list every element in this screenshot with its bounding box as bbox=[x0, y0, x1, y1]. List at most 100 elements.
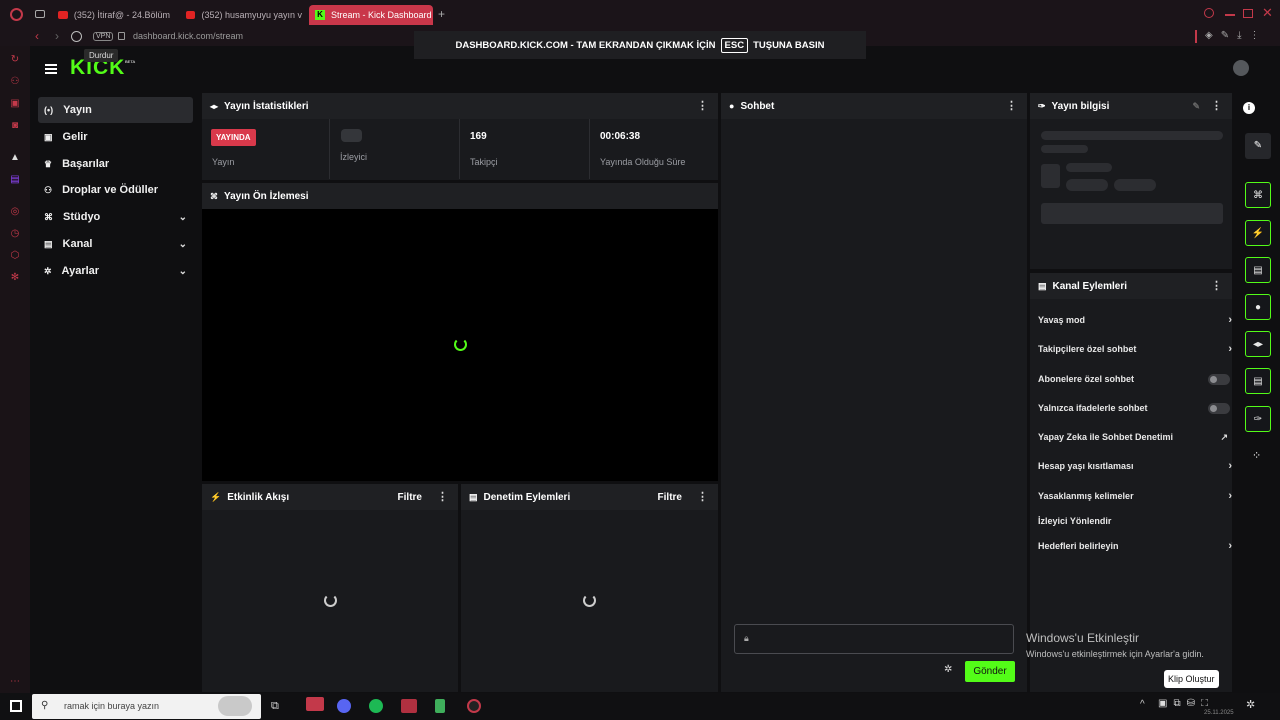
action-account-age[interactable]: Hesap yaşı kısıtlaması › bbox=[1038, 456, 1232, 476]
tab-list-icon[interactable] bbox=[35, 10, 45, 18]
windows-start-icon[interactable] bbox=[10, 700, 22, 712]
toolbar-icons[interactable]: ◈✎⤓⋮ bbox=[1205, 30, 1268, 41]
url-field[interactable]: dashboard.kick.com/stream bbox=[133, 31, 243, 41]
kebab-menu-icon[interactable]: ⋮ bbox=[1006, 99, 1017, 112]
filter-button[interactable]: Filtre bbox=[658, 492, 682, 503]
stat-value: 00:06:38 bbox=[600, 131, 641, 142]
nav-item-kanal[interactable]: ▤ Kanal ⌄ bbox=[38, 231, 193, 257]
nav-item-studyo[interactable]: ⌘ Stüdyo ⌄ bbox=[38, 204, 193, 230]
panel-title: Yayın Ön İzlemesi bbox=[224, 190, 309, 202]
minimize-icon[interactable] bbox=[1225, 14, 1235, 16]
spotify-icon[interactable] bbox=[369, 699, 383, 713]
rail-channel-actions-button[interactable]: ▤ bbox=[1245, 368, 1271, 394]
kebab-menu-icon[interactable]: ⋮ bbox=[437, 490, 448, 503]
browser-logo-icon[interactable] bbox=[10, 8, 23, 21]
nav-item-yayin[interactable]: (•) Yayın bbox=[38, 97, 193, 123]
tray-icons[interactable]: ▣⧉⛁⛶ bbox=[1158, 698, 1214, 709]
settings-sidebar-icon[interactable]: ✻ bbox=[9, 272, 21, 284]
tab-youtube-1[interactable]: (352) İtiraf@ - 24.Bölüm bbox=[52, 5, 170, 25]
nav-item-basarilar[interactable]: ♛ Başarılar bbox=[38, 151, 193, 177]
instagram-icon[interactable]: ◙ bbox=[9, 120, 21, 132]
tab-kick-dashboard[interactable]: K Stream - Kick Dashboard bbox=[309, 5, 433, 25]
action-subscribers-only[interactable]: Abonelere özel sohbet bbox=[1038, 369, 1230, 389]
opera-gx-icon[interactable] bbox=[306, 697, 324, 711]
nav-item-droplar[interactable]: ⚇ Droplar ve Ödüller bbox=[38, 177, 193, 203]
action-followers-only[interactable]: Takipçilere özel sohbet › bbox=[1038, 339, 1232, 359]
obs-icon[interactable] bbox=[467, 699, 481, 713]
action-emotes-only[interactable]: Yalnızca ifadelerle sohbet bbox=[1038, 398, 1230, 418]
chevron-down-icon[interactable]: ⌄ bbox=[179, 239, 187, 250]
avatar[interactable] bbox=[1233, 60, 1249, 76]
clock-icon[interactable]: ◷ bbox=[9, 228, 21, 240]
back-icon[interactable]: ‹ bbox=[35, 29, 39, 43]
player-icon[interactable]: ◎ bbox=[9, 206, 21, 218]
rail-preview-button[interactable]: ⌘ bbox=[1245, 182, 1271, 208]
chevron-down-icon[interactable]: ⌄ bbox=[179, 266, 187, 277]
forward-icon[interactable]: › bbox=[55, 29, 59, 43]
task-view-icon[interactable]: ⧉ bbox=[271, 700, 279, 713]
chevron-down-icon[interactable]: ⌄ bbox=[179, 212, 187, 223]
chat-settings-icon[interactable]: ✲ bbox=[944, 664, 952, 675]
windows-activate-subtitle: Windows'u etkinleştirmek için Ayarlar'a … bbox=[1026, 649, 1204, 659]
rail-more-icon[interactable]: ⁘ bbox=[1252, 449, 1261, 462]
youtube-icon bbox=[58, 11, 68, 19]
kebab-menu-icon[interactable]: ⋮ bbox=[697, 99, 708, 112]
filter-button[interactable]: Filtre bbox=[398, 492, 422, 503]
rail-activity-button[interactable]: ⚡ bbox=[1245, 220, 1271, 246]
action-banned-words[interactable]: Yasaklanmış kelimeler › bbox=[1038, 486, 1232, 506]
action-goals[interactable]: Hedefleri belirleyin › bbox=[1038, 536, 1232, 556]
action-slow-mode[interactable]: Yavaş mod › bbox=[1038, 310, 1232, 330]
subscribers-only-toggle[interactable] bbox=[1208, 373, 1230, 385]
emotes-only-toggle[interactable] bbox=[1208, 402, 1230, 414]
panel-title: Sohbet bbox=[740, 100, 775, 112]
new-tab-button[interactable]: + bbox=[438, 7, 445, 21]
more-icon[interactable]: ⋯ bbox=[9, 676, 21, 688]
kebab-menu-icon[interactable]: ⋮ bbox=[1211, 279, 1222, 292]
tray-chevron-icon[interactable]: ^ bbox=[1140, 699, 1145, 710]
nav-item-ayarlar[interactable]: ✲ Ayarlar ⌄ bbox=[38, 258, 193, 284]
kebab-menu-icon[interactable]: ⋮ bbox=[1211, 99, 1222, 112]
toolbar-divider bbox=[1195, 30, 1197, 43]
rail-broadcast-button[interactable]: ◂▸ bbox=[1245, 331, 1271, 357]
action-label: Hedefleri belirleyin bbox=[1038, 541, 1119, 551]
extensions-icon[interactable]: ⚇ bbox=[9, 76, 21, 88]
stat-uptime: 00:06:38 Yayında Olduğu Süre bbox=[590, 119, 718, 179]
winrar-icon[interactable] bbox=[401, 699, 417, 713]
action-ai-moderation[interactable]: Yapay Zeka ile Sohbet Denetimi ↗ bbox=[1038, 427, 1228, 447]
history-icon[interactable]: ↻ bbox=[9, 54, 21, 66]
beta-badge: BETA bbox=[125, 59, 136, 64]
hamburger-menu-icon[interactable] bbox=[45, 64, 57, 74]
chat-input[interactable]: 🔒︎ bbox=[734, 624, 1014, 654]
fullscreen-notice-text: DASHBOARD.KICK.COM - TAM EKRANDAN ÇIKMAK… bbox=[455, 39, 716, 51]
rail-moderation-button[interactable]: ▤ bbox=[1245, 257, 1271, 283]
stat-followers: 169 Takipçi bbox=[460, 119, 590, 179]
messenger-icon[interactable]: ▣ bbox=[9, 98, 21, 110]
rail-chat-button[interactable]: ● bbox=[1245, 294, 1271, 320]
nav-item-gelir[interactable]: ▣ Gelir bbox=[38, 124, 193, 150]
tab-youtube-2[interactable]: (352) husamyuyu yayın v bbox=[180, 5, 302, 25]
kebab-menu-icon[interactable]: ⋮ bbox=[697, 490, 708, 503]
taskbar-search-input[interactable]: ⚲ ramak için buraya yazın bbox=[32, 694, 261, 719]
flow-icon[interactable]: ⬡ bbox=[9, 250, 21, 262]
file-icon[interactable] bbox=[435, 699, 445, 713]
discord-icon[interactable] bbox=[337, 699, 351, 713]
vpn-badge[interactable]: VPN bbox=[93, 32, 114, 41]
kick-sidebar-icon[interactable]: ▲ bbox=[9, 152, 21, 164]
close-icon[interactable]: ✕ bbox=[1262, 5, 1273, 21]
youtube-icon bbox=[186, 11, 196, 19]
maximize-icon[interactable] bbox=[1243, 9, 1253, 18]
chevron-right-icon: › bbox=[1228, 540, 1232, 552]
action-label: Hesap yaşı kısıtlaması bbox=[1038, 461, 1134, 471]
pencil-button[interactable]: ✎ bbox=[1245, 133, 1271, 159]
rail-wrench-button[interactable]: ✑ bbox=[1245, 406, 1271, 432]
stop-icon[interactable] bbox=[71, 31, 82, 42]
edit-icon[interactable]: ✎ bbox=[1192, 101, 1200, 112]
loading-spinner bbox=[324, 594, 337, 607]
tray-settings-icon[interactable]: ✲ bbox=[1246, 698, 1255, 711]
send-button[interactable]: Gönder bbox=[965, 661, 1015, 682]
action-host[interactable]: İzleyici Yönlendir bbox=[1038, 511, 1228, 531]
search-icon[interactable] bbox=[1204, 8, 1214, 18]
info-icon[interactable]: i bbox=[1243, 102, 1255, 114]
broadcast-icon: (•) bbox=[44, 105, 54, 115]
twitch-icon[interactable]: ▤ bbox=[9, 174, 21, 186]
